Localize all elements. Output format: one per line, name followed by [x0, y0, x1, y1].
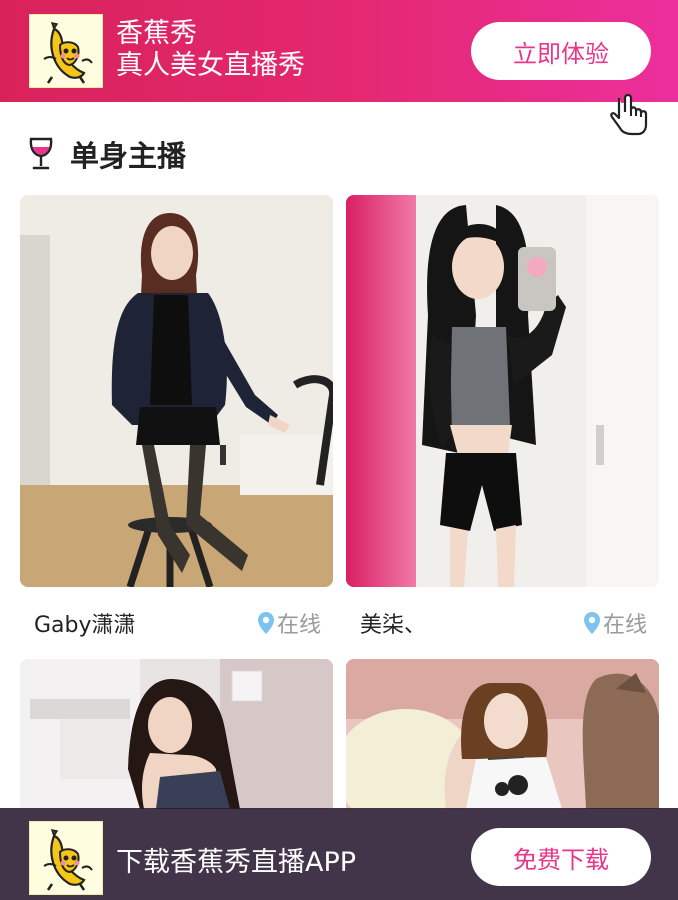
hand-pointer-icon [610, 89, 648, 136]
host-info: Gaby潇潇 在线 [20, 599, 333, 643]
host-photo[interactable] [20, 659, 333, 809]
banana-mascot-icon [29, 821, 103, 895]
online-status: 在线 [257, 607, 321, 639]
app-name: 香蕉秀 [116, 18, 197, 49]
app-tagline: 真人美女直播秀 [116, 50, 305, 81]
host-photo[interactable] [20, 195, 333, 587]
online-status: 在线 [583, 607, 647, 639]
bottom-download-banner[interactable]: 下载香蕉秀直播APP 免费下载 [0, 808, 678, 900]
download-text: 下载香蕉秀直播APP [116, 847, 357, 878]
location-pin-icon [257, 612, 274, 634]
section-header: 单身主播 [28, 134, 186, 174]
section-title: 单身主播 [70, 139, 187, 173]
host-name: Gaby潇潇 [34, 613, 136, 638]
top-download-banner[interactable]: 香蕉秀 真人美女直播秀 立即体验 [0, 0, 678, 102]
host-photo[interactable] [346, 195, 659, 587]
free-download-button[interactable]: 免费下载 [471, 828, 651, 886]
host-info: 美柒、 在线 [346, 599, 659, 643]
banana-mascot-icon [29, 14, 103, 88]
try-now-button[interactable]: 立即体验 [471, 22, 651, 80]
host-photo[interactable] [346, 659, 659, 809]
wine-glass-icon [29, 137, 53, 170]
location-pin-icon [583, 612, 600, 634]
banner-text: 香蕉秀 真人美女直播秀 [116, 18, 305, 82]
status-text: 在线 [602, 613, 647, 638]
host-name: 美柒、 [360, 613, 427, 638]
status-text: 在线 [276, 613, 321, 638]
